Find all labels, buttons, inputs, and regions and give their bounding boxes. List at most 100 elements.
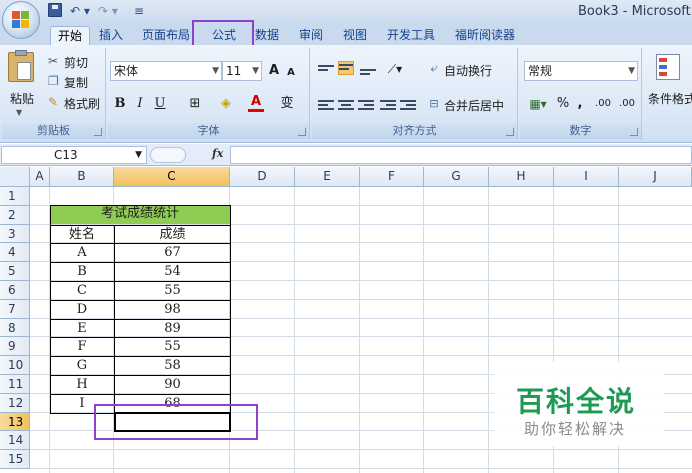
align-middle-icon[interactable] bbox=[338, 61, 354, 75]
bold-button[interactable]: B bbox=[112, 94, 128, 114]
name-box[interactable]: C13 ▼ bbox=[1, 146, 147, 164]
comma-button[interactable]: , bbox=[574, 94, 586, 114]
accounting-format-icon[interactable]: ▦▾ bbox=[524, 94, 552, 114]
tab-foxit-reader[interactable]: 福昕阅读器 bbox=[450, 26, 520, 45]
tab-home[interactable]: 开始 bbox=[50, 26, 90, 45]
header-name[interactable]: 姓名 bbox=[50, 224, 114, 244]
paste-dropdown-icon[interactable]: ▼ bbox=[16, 108, 22, 117]
copy-button[interactable]: 复制 bbox=[64, 74, 88, 91]
row-header-5[interactable]: 5 bbox=[0, 262, 30, 281]
underline-button[interactable]: U bbox=[152, 94, 168, 114]
percent-button[interactable]: % bbox=[556, 94, 570, 114]
score-cell[interactable]: 55 bbox=[114, 281, 230, 300]
font-size-select[interactable]: 11 ▼ bbox=[222, 61, 262, 81]
number-launcher-icon[interactable] bbox=[630, 128, 638, 136]
align-right-icon[interactable] bbox=[358, 98, 374, 112]
tab-data[interactable]: 数据 bbox=[250, 26, 284, 45]
number-format-select[interactable]: 常规 ▼ bbox=[524, 61, 638, 81]
row-header-13[interactable]: 13 bbox=[0, 412, 30, 432]
row-header-11[interactable]: 11 bbox=[0, 375, 30, 394]
row-header-2[interactable]: 2 bbox=[0, 205, 30, 225]
student-name-cell[interactable]: B bbox=[50, 262, 114, 281]
student-name-cell[interactable]: D bbox=[50, 299, 114, 319]
borders-icon[interactable]: ⊞ bbox=[186, 94, 204, 114]
row-header-1[interactable]: 1 bbox=[0, 187, 30, 206]
column-header-d[interactable]: D bbox=[230, 167, 295, 187]
formula-input[interactable] bbox=[230, 146, 692, 164]
paste-button[interactable]: 粘贴 bbox=[10, 90, 34, 107]
align-bottom-icon[interactable] bbox=[360, 63, 376, 77]
column-header-e[interactable]: E bbox=[295, 167, 360, 187]
align-left-icon[interactable] bbox=[318, 98, 334, 112]
select-all-corner[interactable] bbox=[0, 167, 30, 187]
font-color-button[interactable]: A bbox=[248, 94, 264, 112]
row-header-12[interactable]: 12 bbox=[0, 393, 30, 413]
shrink-font-button[interactable]: A bbox=[284, 63, 298, 83]
merge-center-button[interactable]: 合并后居中 bbox=[444, 97, 504, 114]
tab-developer[interactable]: 开发工具 bbox=[382, 26, 440, 45]
save-icon[interactable] bbox=[48, 3, 62, 17]
row-header-8[interactable]: 8 bbox=[0, 318, 30, 338]
grow-font-button[interactable]: A bbox=[266, 61, 282, 81]
row-header-9[interactable]: 9 bbox=[0, 337, 30, 357]
italic-button[interactable]: I bbox=[132, 94, 148, 114]
customize-toolbar-button[interactable]: ≡ bbox=[134, 3, 144, 19]
score-cell[interactable]: 67 bbox=[114, 243, 230, 263]
decrease-decimal-button[interactable]: .00 bbox=[616, 94, 638, 114]
align-center-icon[interactable] bbox=[338, 98, 354, 112]
format-painter-button[interactable]: 格式刷 bbox=[64, 95, 100, 112]
row-header-4[interactable]: 4 bbox=[0, 243, 30, 263]
tab-page-layout[interactable]: 页面布局 bbox=[136, 26, 196, 45]
score-cell[interactable]: 58 bbox=[114, 356, 230, 375]
score-cell[interactable]: 55 bbox=[114, 337, 230, 357]
score-cell[interactable]: 98 bbox=[114, 299, 230, 319]
row-header-14[interactable]: 14 bbox=[0, 431, 30, 451]
undo-button[interactable]: ↶ ▾ bbox=[70, 3, 90, 19]
wrap-text-button[interactable]: 自动换行 bbox=[444, 62, 492, 79]
column-header-i[interactable]: I bbox=[554, 167, 619, 187]
score-cell[interactable]: 90 bbox=[114, 375, 230, 394]
alignment-launcher-icon[interactable] bbox=[506, 128, 514, 136]
row-header-7[interactable]: 7 bbox=[0, 299, 30, 319]
align-top-icon[interactable] bbox=[318, 63, 334, 77]
score-cell[interactable]: 54 bbox=[114, 262, 230, 281]
column-header-g[interactable]: G bbox=[424, 167, 489, 187]
clipboard-launcher-icon[interactable] bbox=[94, 128, 102, 136]
column-header-h[interactable]: H bbox=[489, 167, 554, 187]
column-header-f[interactable]: F bbox=[360, 167, 424, 187]
student-name-cell[interactable]: E bbox=[50, 318, 114, 338]
tab-insert[interactable]: 插入 bbox=[94, 26, 128, 45]
decrease-indent-icon[interactable] bbox=[380, 98, 396, 112]
column-header-b[interactable]: B bbox=[50, 167, 114, 187]
row-header-15[interactable]: 15 bbox=[0, 450, 30, 469]
student-name-cell[interactable]: H bbox=[50, 375, 114, 394]
row-header-3[interactable]: 3 bbox=[0, 224, 30, 244]
column-header-c[interactable]: C bbox=[114, 167, 230, 187]
score-cell[interactable]: 89 bbox=[114, 318, 230, 338]
student-name-cell[interactable]: F bbox=[50, 337, 114, 356]
table-title[interactable]: 考试成绩统计 bbox=[50, 205, 230, 224]
redo-button[interactable]: ↷ ▾ bbox=[98, 3, 118, 19]
font-launcher-icon[interactable] bbox=[298, 128, 306, 136]
orientation-icon[interactable]: ⟋▾ bbox=[382, 59, 408, 79]
student-name-cell[interactable]: C bbox=[50, 281, 114, 300]
student-name-cell[interactable]: G bbox=[50, 356, 114, 375]
phonetic-button[interactable]: 变 bbox=[278, 94, 296, 114]
font-name-select[interactable]: 宋体 ▼ bbox=[110, 61, 222, 81]
tab-review[interactable]: 审阅 bbox=[294, 26, 328, 45]
tab-view[interactable]: 视图 bbox=[338, 26, 372, 45]
header-score[interactable]: 成绩 bbox=[114, 224, 230, 244]
student-name-cell[interactable]: A bbox=[50, 243, 114, 262]
paste-icon[interactable] bbox=[8, 50, 34, 82]
increase-indent-icon[interactable] bbox=[400, 98, 416, 112]
fill-color-icon[interactable]: ◈ bbox=[218, 94, 234, 114]
office-button[interactable] bbox=[2, 1, 40, 39]
conditional-format-button[interactable]: 条件格式 bbox=[648, 90, 692, 107]
row-header-6[interactable]: 6 bbox=[0, 281, 30, 300]
row-header-10[interactable]: 10 bbox=[0, 356, 30, 375]
cut-button[interactable]: 剪切 bbox=[64, 54, 88, 71]
increase-decimal-button[interactable]: .00 bbox=[592, 94, 614, 114]
column-header-a[interactable]: A bbox=[30, 167, 50, 187]
conditional-format-icon[interactable] bbox=[656, 54, 680, 80]
column-header-j[interactable]: J bbox=[619, 167, 692, 187]
